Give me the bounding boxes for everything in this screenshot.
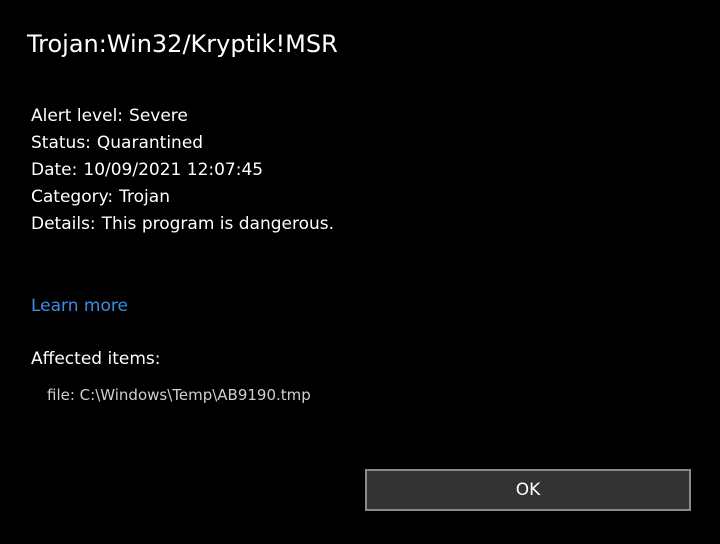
threat-name-title: Trojan:Win32/Kryptik!MSR: [27, 30, 338, 58]
ok-button[interactable]: OK: [365, 469, 691, 511]
detail-label: Date:: [31, 160, 78, 180]
detail-label: Details:: [31, 214, 96, 234]
detail-row-status: Status: Quarantined: [31, 130, 334, 157]
detail-label: Status:: [31, 133, 91, 153]
detail-value: This program is dangerous.: [101, 214, 335, 234]
detail-row-details: Details: This program is dangerous.: [31, 211, 334, 238]
detail-value: Severe: [129, 106, 188, 126]
threat-alert-dialog: Trojan:Win32/Kryptik!MSR Alert level: Sev…: [0, 0, 720, 544]
affected-item-path: file: C:\Windows\Temp\AB9190.tmp: [47, 386, 311, 404]
detail-label: Alert level:: [31, 106, 124, 126]
detail-label: Category:: [31, 187, 114, 207]
detail-value: Quarantined: [96, 133, 204, 153]
detail-value: 10/09/2021 12:07:45: [83, 160, 264, 180]
learn-more-link[interactable]: Learn more: [31, 293, 128, 319]
threat-details: Alert level: Severe Status: Quarantined Da…: [31, 103, 334, 238]
detail-row-alert-level: Alert level: Severe: [31, 103, 334, 130]
detail-row-category: Category: Trojan: [31, 184, 334, 211]
detail-value: Trojan: [119, 187, 170, 207]
detail-row-date: Date: 10/09/2021 12:07:45: [31, 157, 334, 184]
affected-items-heading: Affected items:: [31, 349, 161, 369]
